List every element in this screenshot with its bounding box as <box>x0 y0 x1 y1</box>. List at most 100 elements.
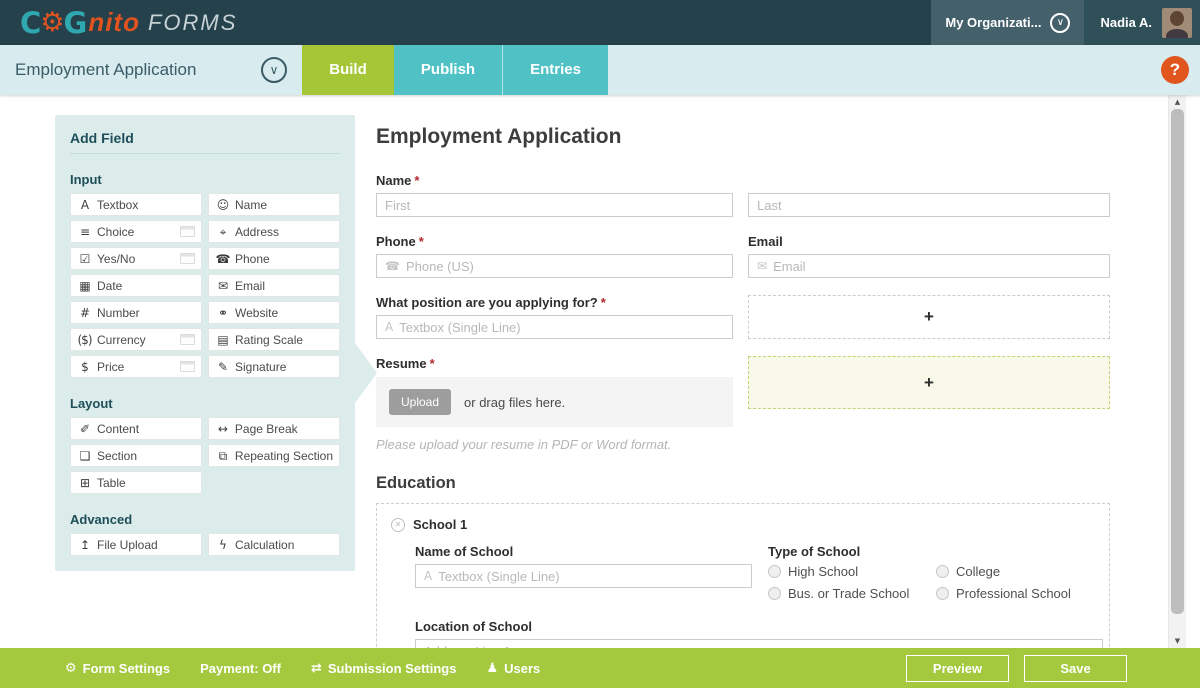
add-field-content-button[interactable]: ✐Content <box>70 417 202 440</box>
radio-option-professional-school[interactable]: Professional School <box>936 586 1095 601</box>
drag-files-text: or drag files here. <box>464 395 565 410</box>
name-icon: ☺ <box>215 199 230 211</box>
name-of-school-input[interactable]: A Textbox (Single Line) <box>415 564 752 588</box>
email-label-text: Email <box>748 234 783 249</box>
position-input[interactable]: A Textbox (Single Line) <box>376 315 733 339</box>
address-line1-input[interactable]: Address Line 1 <box>415 639 1103 648</box>
field-button-label: Choice <box>97 225 134 239</box>
resume-help-text: Please upload your resume in PDF or Word… <box>376 437 733 452</box>
section-page-icon: ❏ <box>77 450 92 462</box>
vertical-scrollbar[interactable]: ▲ ▼ <box>1168 95 1186 648</box>
chevron-down-icon: ∨ <box>1050 13 1070 33</box>
radio-icon <box>768 587 781 600</box>
form-title-chevron-icon[interactable]: ∨ <box>261 57 287 83</box>
footer-item-label: Users <box>504 661 540 676</box>
choices-card-icon <box>180 334 195 345</box>
add-field-calculation-button[interactable]: ϟCalculation <box>208 533 340 556</box>
add-field-file-upload-button[interactable]: ↥File Upload <box>70 533 202 556</box>
footer-item-label: Payment: Off <box>200 661 281 676</box>
footer-item-payment-off[interactable]: Payment: Off <box>200 661 281 676</box>
logo-gear-icon: ⚙ <box>40 7 64 38</box>
radio-option-college[interactable]: College <box>936 564 1095 579</box>
add-field-currency-button[interactable]: ($)Currency <box>70 328 202 351</box>
choice-icon: ≡ <box>77 226 92 238</box>
add-field-signature-button[interactable]: ✎Signature <box>208 355 340 378</box>
add-field-textbox-button[interactable]: ATextbox <box>70 193 202 216</box>
add-field-repeating-section-button[interactable]: ⧉Repeating Section <box>208 444 340 467</box>
scrollbar-thumb[interactable] <box>1171 109 1184 614</box>
add-field-table-button[interactable]: ⊞Table <box>70 471 202 494</box>
name-of-school-label: Name of School <box>415 544 752 559</box>
footer-item-submission-settings[interactable]: ⇄Submission Settings <box>311 661 456 676</box>
scroll-up-arrow-icon[interactable]: ▲ <box>1169 95 1186 109</box>
add-field-dropzone-highlighted[interactable]: + <box>748 356 1110 409</box>
required-asterisk: * <box>419 234 424 249</box>
add-field-address-button[interactable]: ⌖Address <box>208 220 340 243</box>
field-button-label: Email <box>235 279 265 293</box>
field-button-label: Page Break <box>235 422 298 436</box>
bottom-bar: ⚙Form Settings Payment: Off ⇄Submission Se… <box>0 648 1200 688</box>
user-name: Nadia A. <box>1100 15 1152 30</box>
tab-bar: Build Publish Entries <box>302 45 608 95</box>
footer-item-users[interactable]: ♟Users <box>486 661 540 676</box>
rating-scale-icon: ▤ <box>215 334 230 346</box>
upload-button[interactable]: Upload <box>389 389 451 415</box>
radio-icon <box>936 565 949 578</box>
type-of-school-options: High School College Bus. or Trade School Pr… <box>768 564 1095 601</box>
add-field-rating-scale-button[interactable]: ▤Rating Scale <box>208 328 340 351</box>
add-field-page-break-button[interactable]: ↔Page Break <box>208 417 340 440</box>
scroll-down-arrow-icon[interactable]: ▼ <box>1169 634 1186 648</box>
yesno-checkbox-icon: ☑ <box>77 253 92 265</box>
radio-option-label: Bus. or Trade School <box>788 586 909 601</box>
user-menu[interactable]: Nadia A. <box>1084 0 1200 45</box>
help-button[interactable]: ? <box>1161 56 1189 84</box>
preview-button[interactable]: Preview <box>906 655 1009 682</box>
organization-menu[interactable]: My Organizati... ∨ <box>931 0 1084 45</box>
footer-item-form-settings[interactable]: ⚙Form Settings <box>65 661 170 676</box>
tab-build[interactable]: Build <box>302 45 394 95</box>
top-bar: C ⚙ G nito FORMS My Organizati... ∨ Nadi… <box>0 0 1200 45</box>
add-field-choice-button[interactable]: ≡ Choice <box>70 220 202 243</box>
name-field: Name* First <box>376 173 733 217</box>
add-field-date-button[interactable]: ▦Date <box>70 274 202 297</box>
field-button-label: Signature <box>235 360 286 374</box>
add-field-website-button[interactable]: ⚭Website <box>208 301 340 324</box>
cognito-forms-logo[interactable]: C ⚙ G nito FORMS <box>20 6 237 40</box>
add-field-yes-no-button[interactable]: ☑ Yes/No <box>70 247 202 270</box>
email-input[interactable]: ✉ Email <box>748 254 1110 278</box>
add-field-phone-button[interactable]: ☎Phone <box>208 247 340 270</box>
tab-publish[interactable]: Publish <box>394 45 502 95</box>
phone-input[interactable]: ☎ Phone (US) <box>376 254 733 278</box>
education-repeating-section[interactable]: ✕ School 1 Name of School A Textbox (Sin… <box>376 503 1110 648</box>
textbox-icon: A <box>424 570 432 582</box>
envelope-icon: ✉ <box>757 260 767 272</box>
save-button[interactable]: Save <box>1024 655 1127 682</box>
radio-option-high-school[interactable]: High School <box>768 564 936 579</box>
name-label: Name* <box>376 173 733 188</box>
remove-item-icon[interactable]: ✕ <box>391 518 405 532</box>
radio-option-label: Professional School <box>956 586 1071 601</box>
add-field-dropzone[interactable]: + <box>748 295 1110 339</box>
add-field-name-button[interactable]: ☺Name <box>208 193 340 216</box>
name-label-text: Name <box>376 173 411 188</box>
field-button-label: Address <box>235 225 279 239</box>
field-button-label: Website <box>235 306 278 320</box>
phone-email-row: Phone* ☎ Phone (US) Email ✉ Email <box>376 234 1110 278</box>
add-field-number-button[interactable]: #Number <box>70 301 202 324</box>
resume-field: Resume* Upload or drag files here. <box>376 356 733 427</box>
add-field-price-button[interactable]: $Price <box>70 355 202 378</box>
app-window: C ⚙ G nito FORMS My Organizati... ∨ Nadi… <box>0 0 1200 688</box>
add-field-email-button[interactable]: ✉Email <box>208 274 340 297</box>
textbox-icon: A <box>385 321 393 333</box>
position-placeholder: Textbox (Single Line) <box>399 320 520 335</box>
last-name-input[interactable]: Last <box>748 193 1110 217</box>
radio-option-bus-or-trade-school[interactable]: Bus. or Trade School <box>768 586 936 601</box>
field-button-label: Phone <box>235 252 270 266</box>
field-button-label: Number <box>97 306 140 320</box>
add-field-section-button[interactable]: ❏Section <box>70 444 202 467</box>
radio-option-label: High School <box>788 564 858 579</box>
avatar[interactable] <box>1162 8 1192 38</box>
field-button-label: Yes/No <box>97 252 135 266</box>
tab-entries[interactable]: Entries <box>502 45 608 95</box>
first-name-input[interactable]: First <box>376 193 733 217</box>
